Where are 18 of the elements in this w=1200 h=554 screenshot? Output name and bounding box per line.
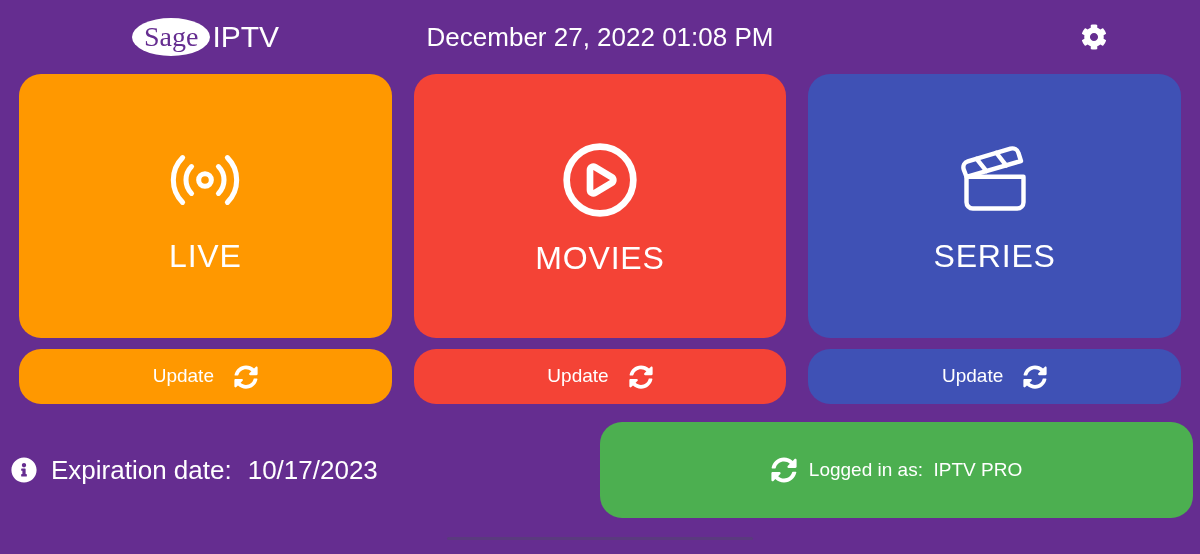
- refresh-icon: [628, 364, 653, 389]
- date-time: December 27, 2022 01:08 PM: [426, 20, 774, 54]
- refresh-icon: [1023, 364, 1048, 389]
- logged-in-button[interactable]: Logged in as: IPTV PRO: [600, 422, 1193, 518]
- category-tile[interactable]: LIVE: [19, 74, 392, 338]
- refresh-icon: [770, 457, 797, 483]
- logo-sage: Sage: [131, 18, 211, 56]
- expiration-label: Expiration date:: [51, 453, 232, 487]
- update-button[interactable]: Update: [413, 349, 787, 404]
- info-icon: [11, 457, 37, 483]
- expiration-date: 10/17/2023: [247, 453, 378, 487]
- update-button[interactable]: Update: [19, 349, 392, 404]
- category-tile[interactable]: SERIES: [808, 74, 1181, 338]
- refresh-icon: [233, 364, 258, 389]
- update-button[interactable]: Update: [808, 349, 1181, 404]
- play-icon: [560, 140, 640, 220]
- logo-iptv: IPTV: [212, 20, 280, 54]
- category-tile[interactable]: MOVIES: [413, 74, 787, 338]
